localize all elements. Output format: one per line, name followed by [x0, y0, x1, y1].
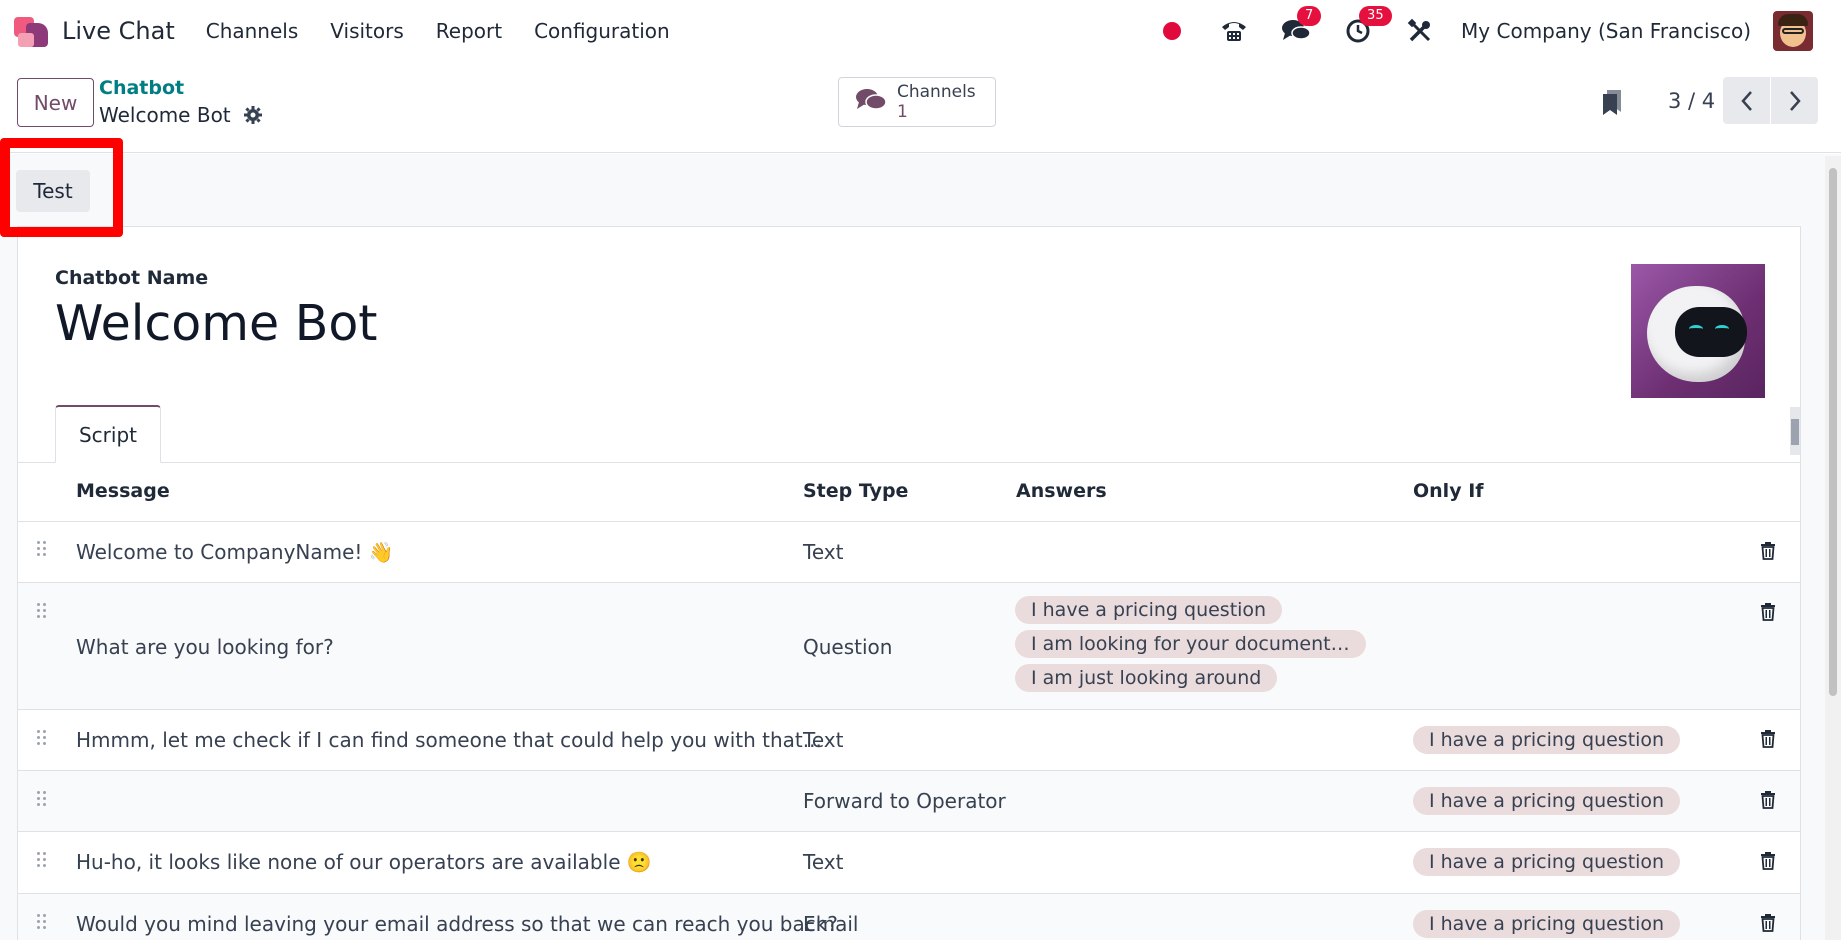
page-scrollbar[interactable]: [1825, 156, 1841, 940]
test-button[interactable]: Test: [16, 170, 90, 212]
answer-tag[interactable]: I am just looking around: [1015, 664, 1278, 692]
only-if-tag[interactable]: I have a pricing question: [1413, 910, 1681, 938]
only-if-tag[interactable]: I have a pricing question: [1413, 726, 1681, 754]
breadcrumb-current-label: Welcome Bot: [99, 103, 231, 127]
recording-dot-icon[interactable]: [1155, 14, 1189, 48]
row-message: Hmmm, let me check if I can find someone…: [76, 728, 822, 752]
control-panel: New Chatbot Welcome Bot Channels 1 3 / 4: [0, 61, 1841, 153]
trash-icon[interactable]: [1760, 542, 1776, 564]
table-row[interactable]: Hu-ho, it looks like none of our operato…: [18, 832, 1800, 894]
comments-icon: [855, 87, 887, 117]
breadcrumb-chatbot[interactable]: Chatbot: [99, 77, 184, 99]
script-steps-table: Message Step Type Answers Only If Welcom…: [18, 463, 1800, 940]
row-message: What are you looking for?: [76, 635, 334, 659]
table-row[interactable]: Forward to Operator I have a pricing que…: [18, 771, 1800, 832]
drag-handle-icon[interactable]: [37, 730, 49, 750]
header-answers[interactable]: Answers: [1016, 480, 1107, 502]
table-row[interactable]: Hmmm, let me check if I can find someone…: [18, 710, 1800, 771]
drag-handle-icon[interactable]: [37, 914, 49, 934]
trash-icon[interactable]: [1760, 914, 1776, 936]
top-navbar: Live Chat Channels Visitors Report Confi…: [0, 0, 1841, 61]
menu-visitors[interactable]: Visitors: [330, 19, 404, 43]
chatbot-name-field[interactable]: Welcome Bot: [55, 295, 378, 352]
table-row[interactable]: What are you looking for? Question I hav…: [18, 583, 1800, 710]
chat-icon[interactable]: 7: [1279, 5, 1322, 48]
smart-button-value: 1: [897, 102, 908, 122]
new-button[interactable]: New: [17, 78, 94, 127]
breadcrumb-current: Welcome Bot: [99, 103, 263, 127]
chevron-right-icon: [1789, 90, 1801, 111]
row-step-type: Text: [803, 728, 844, 752]
form-sheet: Chatbot Name Welcome Bot Script Message …: [17, 226, 1801, 940]
drag-handle-icon[interactable]: [37, 852, 49, 872]
notebook-tabs: Script: [18, 405, 1800, 463]
tab-script[interactable]: Script: [55, 405, 161, 463]
smart-button-label: Channels: [897, 82, 976, 102]
answer-tag[interactable]: I have a pricing question: [1015, 596, 1283, 624]
row-message: Hu-ho, it looks like none of our operato…: [76, 850, 652, 874]
header-only-if[interactable]: Only If: [1413, 480, 1484, 502]
user-avatar[interactable]: [1773, 10, 1813, 51]
row-step-type: Question: [803, 635, 893, 659]
gear-icon[interactable]: [243, 105, 263, 125]
row-step-type: Email: [803, 912, 859, 936]
pager-previous-button[interactable]: [1723, 77, 1770, 124]
tab-scrollbar[interactable]: [1790, 407, 1800, 455]
app-name[interactable]: Live Chat: [62, 17, 175, 45]
systray: 7 35 My Company (San Francisco): [1127, 0, 1841, 61]
trash-icon[interactable]: [1760, 852, 1776, 874]
header-message[interactable]: Message: [76, 480, 170, 502]
table-header: Message Step Type Answers Only If: [18, 463, 1800, 522]
trash-icon[interactable]: [1760, 603, 1776, 625]
company-switcher[interactable]: My Company (San Francisco): [1461, 19, 1751, 43]
menu-configuration[interactable]: Configuration: [534, 19, 670, 43]
row-message: Would you mind leaving your email addres…: [76, 912, 838, 936]
row-message: Welcome to CompanyName! 👋: [76, 540, 394, 564]
chatbot-image[interactable]: [1631, 264, 1765, 398]
drag-handle-icon[interactable]: [37, 541, 49, 561]
answers-tags: I have a pricing question I am looking f…: [1015, 596, 1366, 692]
tools-icon[interactable]: [1403, 14, 1437, 48]
pager-value[interactable]: 3 / 4: [1668, 89, 1715, 113]
chatbot-name-label: Chatbot Name: [55, 267, 209, 289]
menu-channels[interactable]: Channels: [206, 19, 299, 43]
menu-report[interactable]: Report: [436, 19, 502, 43]
trash-icon[interactable]: [1760, 791, 1776, 813]
pager-next-button[interactable]: [1771, 77, 1818, 124]
drag-handle-icon[interactable]: [37, 603, 49, 623]
drag-handle-icon[interactable]: [37, 791, 49, 811]
activity-clock-icon[interactable]: 35: [1341, 5, 1392, 48]
activities-badge: 35: [1359, 5, 1392, 26]
live-chat-app-icon[interactable]: [14, 13, 50, 49]
row-step-type: Forward to Operator: [803, 789, 1006, 813]
table-row[interactable]: Welcome to CompanyName! 👋 Text: [18, 522, 1800, 583]
answer-tag[interactable]: I am looking for your document…: [1015, 630, 1366, 658]
phone-icon[interactable]: [1217, 14, 1251, 48]
only-if-tag[interactable]: I have a pricing question: [1413, 848, 1681, 876]
channels-smart-button[interactable]: Channels 1: [838, 77, 996, 127]
row-step-type: Text: [803, 850, 844, 874]
bookmark-icon[interactable]: [1601, 88, 1623, 120]
row-step-type: Text: [803, 540, 844, 564]
only-if-tag[interactable]: I have a pricing question: [1413, 787, 1681, 815]
chevron-left-icon: [1740, 90, 1752, 111]
messages-badge: 7: [1297, 5, 1322, 26]
header-step-type[interactable]: Step Type: [803, 480, 908, 502]
table-row[interactable]: Would you mind leaving your email addres…: [18, 894, 1800, 940]
trash-icon[interactable]: [1760, 730, 1776, 752]
